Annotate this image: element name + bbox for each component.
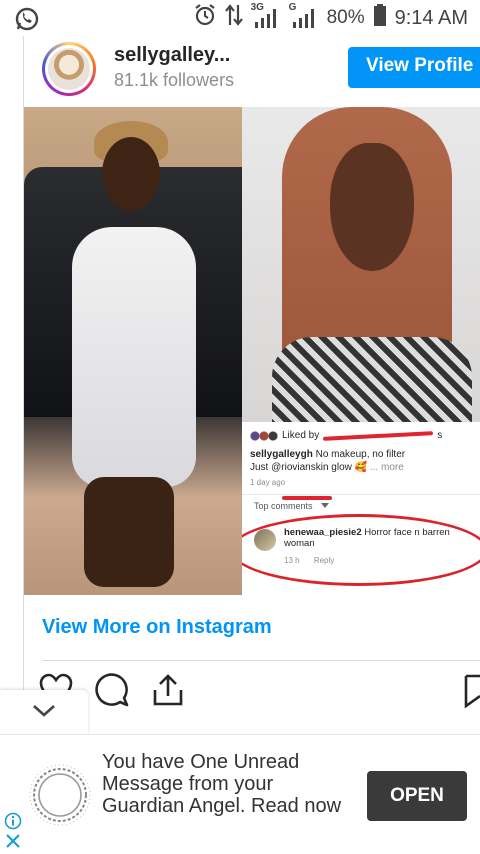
username[interactable]: sellygalley... <box>114 44 230 67</box>
comment-icon[interactable] <box>94 672 130 708</box>
chevron-down-icon <box>321 503 330 508</box>
top-comments-label: Top comments <box>254 501 330 511</box>
caption-user: sellygalleygh <box>250 449 313 460</box>
signal-icon: 3G <box>251 2 281 30</box>
clock: 9:14 AM <box>394 6 468 29</box>
ad-banner[interactable]: You have One Unread Message from your Gu… <box>0 734 480 854</box>
data-transfer-icon <box>224 3 243 33</box>
view-more-link[interactable]: View More on Instagram <box>42 616 272 639</box>
post-header: sellygalley... 81.1k followers View Prof… <box>24 36 480 106</box>
view-profile-button[interactable]: View Profile <box>348 47 480 88</box>
liked-by-label: Liked by <box>282 430 320 441</box>
battery-icon <box>373 3 387 33</box>
avatar-photo <box>48 48 90 90</box>
person-legs <box>84 477 174 587</box>
info-icon[interactable] <box>4 812 22 830</box>
caption-text: No makeup, no filter <box>315 449 406 460</box>
red-annotation-ellipse <box>242 514 480 586</box>
caption-line2: Just @riovianskin glow 🥰 <box>250 462 368 473</box>
chevron-down-icon <box>33 705 55 717</box>
close-icon[interactable] <box>4 832 22 850</box>
follower-count: 81.1k followers <box>114 70 235 90</box>
caption: sellygalleygh No makeup, no filter Just … <box>250 448 474 474</box>
ad-text: You have One Unread Message from your Gu… <box>102 751 342 817</box>
avatar[interactable] <box>42 42 96 96</box>
comment-screenshot: Liked by s sellygalleygh No makeup, no f… <box>242 422 480 595</box>
share-icon[interactable] <box>150 672 186 708</box>
person-head <box>102 137 160 211</box>
post-time: 1 day ago <box>250 478 286 487</box>
guardian-angel-logo <box>28 763 92 827</box>
photo-left <box>24 107 242 595</box>
photo-right: Liked by s sellygalleygh No makeup, no f… <box>242 107 480 595</box>
selfie-photo <box>242 107 480 422</box>
battery-percent: 80% <box>326 7 365 28</box>
collapse-ad-tab[interactable] <box>0 690 88 734</box>
person-dress <box>72 227 196 487</box>
open-button[interactable]: OPEN <box>367 771 467 821</box>
more-link: ... more <box>369 462 404 473</box>
post-media[interactable]: Liked by s sellygalleygh No makeup, no f… <box>24 107 480 595</box>
bookmark-icon[interactable] <box>462 672 480 709</box>
red-underline <box>282 496 332 500</box>
whatsapp-icon <box>14 6 40 32</box>
liker-avatars <box>250 430 278 441</box>
liked-by-tail: s <box>437 430 443 441</box>
divider <box>42 660 480 661</box>
signal-icon-2: G <box>289 2 319 30</box>
alarm-icon <box>193 3 217 33</box>
liked-by-row: Liked by s <box>250 430 442 441</box>
status-bar: 3G G 80% 9:14 AM <box>0 0 480 36</box>
red-scribble <box>323 430 434 441</box>
